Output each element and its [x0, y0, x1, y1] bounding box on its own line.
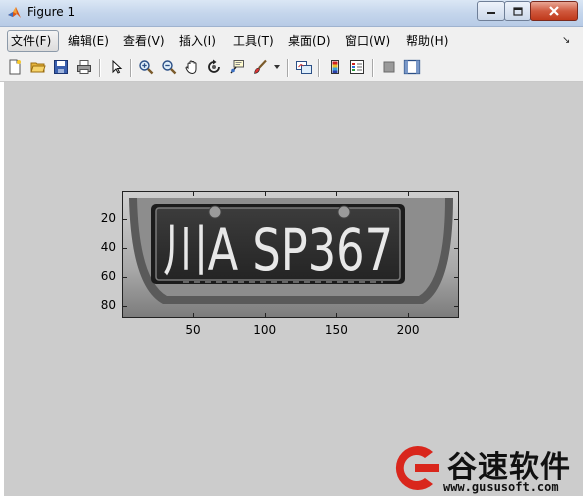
- insert-legend-icon[interactable]: [348, 58, 366, 76]
- rotate-3d-icon[interactable]: [205, 58, 223, 76]
- x-tick-label: 200: [396, 323, 420, 337]
- y-tick-mark: [122, 276, 127, 278]
- figure-toolbar: [0, 55, 583, 82]
- figure-canvas[interactable]: 川A SP367 50 100 150 200 20 40 60 80: [4, 82, 583, 496]
- y-tick-mark: [122, 248, 127, 249]
- menu-dock-arrow-icon[interactable]: ↘: [562, 35, 570, 46]
- menu-desktop[interactable]: 桌面(D): [285, 30, 334, 52]
- menu-insert[interactable]: 插入(I): [176, 30, 219, 52]
- maximize-button[interactable]: [504, 1, 531, 21]
- edit-plot-arrow-icon[interactable]: [107, 58, 125, 76]
- x-tick-label: 150: [324, 323, 348, 337]
- x-tick-mark: [264, 313, 266, 318]
- maximize-icon: [512, 6, 523, 16]
- y-tick-label: 20: [100, 211, 116, 226]
- menu-bar: 文件(F) 编辑(E) 查看(V) 插入(I) 工具(T) 桌面(D) 窗口(W…: [0, 27, 583, 55]
- menu-view[interactable]: 查看(V): [120, 30, 168, 52]
- y-tick-mark-right: [454, 305, 459, 307]
- y-tick-mark-right: [454, 248, 459, 249]
- toolbar-separator: [372, 59, 374, 77]
- show-plot-tools-icon[interactable]: [403, 58, 421, 76]
- y-tick-label: 60: [100, 268, 116, 283]
- menu-edit[interactable]: 编辑(E): [65, 30, 112, 52]
- open-file-icon[interactable]: [29, 58, 47, 76]
- close-icon: [549, 6, 559, 16]
- x-tick-mark-top: [408, 191, 410, 196]
- close-button[interactable]: [530, 1, 578, 21]
- hide-plot-tools-icon[interactable]: [380, 58, 398, 76]
- plate-characters: 川A SP367: [163, 216, 393, 284]
- insert-colorbar-icon[interactable]: [326, 58, 344, 76]
- toolbar-separator: [99, 59, 101, 77]
- y-tick-label: 80: [100, 297, 116, 312]
- brush-icon[interactable]: [251, 58, 269, 76]
- toolbar-separator: [130, 59, 132, 77]
- toolbar-separator: [287, 59, 289, 77]
- y-tick-mark: [122, 305, 127, 307]
- x-tick-label: 100: [253, 323, 277, 337]
- window-title-bar[interactable]: Figure 1: [0, 0, 583, 27]
- zoom-in-icon[interactable]: [137, 58, 155, 76]
- x-tick-mark: [336, 313, 338, 318]
- menu-window[interactable]: 窗口(W): [342, 30, 393, 52]
- license-plate-image: 川A SP367: [123, 192, 458, 317]
- save-icon[interactable]: [52, 58, 70, 76]
- new-figure-icon[interactable]: [6, 58, 24, 76]
- zoom-out-icon[interactable]: [160, 58, 178, 76]
- matlab-logo-icon: [8, 7, 21, 18]
- menu-file[interactable]: 文件(F): [7, 30, 59, 52]
- x-tick-mark: [192, 313, 194, 318]
- watermark: 谷速软件 www.gususoft.com: [385, 440, 583, 496]
- link-plot-icon[interactable]: [295, 58, 313, 76]
- y-tick-mark-right: [454, 219, 459, 221]
- gusu-logo-icon: [395, 446, 439, 490]
- data-cursor-icon[interactable]: [228, 58, 246, 76]
- watermark-url: www.gususoft.com: [443, 480, 559, 494]
- menu-tools[interactable]: 工具(T): [230, 30, 277, 52]
- y-tick-label: 40: [100, 240, 116, 254]
- window-title: Figure 1: [27, 5, 76, 19]
- x-tick-mark-top: [336, 191, 338, 196]
- x-tick-label: 50: [185, 323, 201, 337]
- plot-axes[interactable]: 川A SP367: [122, 191, 459, 318]
- x-tick-mark: [408, 313, 410, 318]
- x-tick-mark-top: [264, 191, 266, 196]
- y-tick-mark: [122, 219, 127, 221]
- y-tick-mark-right: [454, 276, 459, 278]
- x-tick-mark-top: [192, 191, 194, 196]
- pan-hand-icon[interactable]: [183, 58, 201, 76]
- menu-help[interactable]: 帮助(H): [403, 30, 451, 52]
- toolbar-separator: [318, 59, 320, 77]
- minimize-button[interactable]: [477, 1, 505, 21]
- print-icon[interactable]: [75, 58, 93, 76]
- brush-dropdown-icon[interactable]: [272, 58, 282, 76]
- minimize-icon: [487, 12, 495, 14]
